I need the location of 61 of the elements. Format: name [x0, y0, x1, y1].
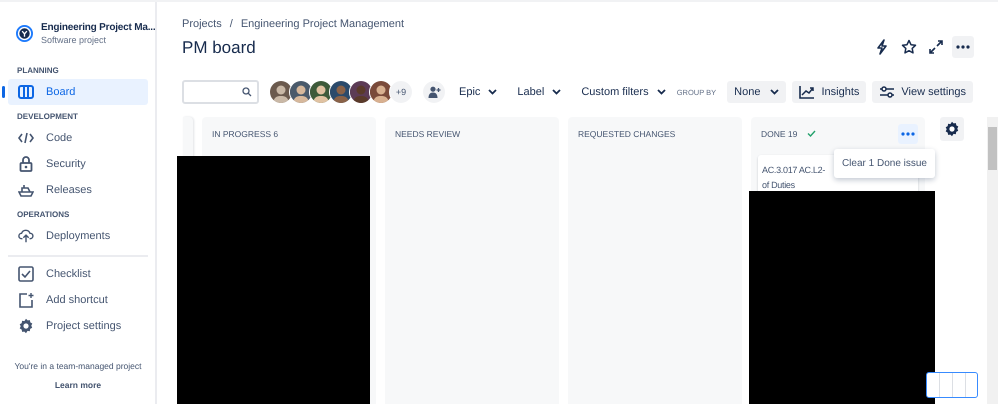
chevron-down-icon	[552, 89, 562, 95]
sidebar-item[interactable]: Code	[8, 125, 148, 151]
board-settings-button[interactable]	[940, 117, 964, 141]
card-title: AC.3.017 AC.L2- of Duties	[762, 164, 826, 192]
add-people-button[interactable]	[423, 81, 445, 103]
group-by-dropdown[interactable]: None	[727, 81, 786, 103]
chevron-down-icon	[770, 89, 780, 95]
section-heading: PLANNING	[16, 65, 60, 77]
add-page-icon	[18, 292, 34, 308]
minimap[interactable]	[926, 372, 978, 398]
breadcrumb-separator: /	[230, 18, 233, 30]
column-title: NEEDS REVIEW	[395, 129, 460, 139]
footer-text: You're in a team-managed project	[14, 361, 142, 371]
sidebar-item[interactable]: Project settings	[8, 313, 148, 339]
lightning-icon	[876, 39, 888, 55]
filter-dropdown[interactable]: Label	[511, 82, 568, 102]
project-type: Software project	[41, 35, 108, 45]
board-icon	[18, 85, 34, 99]
sidebar-item[interactable]: Add shortcut	[8, 287, 148, 313]
expand-icon	[928, 40, 942, 54]
sidebar-item[interactable]: Releases	[8, 177, 148, 203]
settings-icon	[18, 318, 34, 334]
learn-more-link[interactable]: Learn more	[54, 380, 102, 390]
column-title: REQUESTED CHANGES	[578, 129, 676, 139]
section-heading: DEVELOPMENT	[16, 111, 79, 123]
chevron-down-icon	[656, 89, 666, 95]
section-heading: OPERATIONS	[16, 209, 70, 221]
boat-icon	[18, 183, 34, 197]
board-title: PM board	[182, 38, 256, 58]
settings-icon	[944, 121, 960, 137]
more-icon	[901, 132, 915, 136]
sidebar-item[interactable]: Checklist	[8, 261, 148, 287]
sidebar-item[interactable]: Deployments	[8, 223, 148, 249]
chevron-down-icon	[488, 89, 498, 95]
more-icon	[956, 45, 970, 49]
breadcrumb-link[interactable]: Engineering Project Management	[240, 18, 404, 30]
search-field[interactable]	[182, 80, 259, 104]
column-title: IN PROGRESS 6	[212, 129, 278, 139]
checkbox-icon	[18, 266, 34, 282]
menu-item[interactable]: Clear 1 Done issue	[834, 149, 935, 178]
add-person-icon	[428, 86, 440, 98]
filter-dropdown[interactable]: Epic	[453, 82, 504, 102]
chart-icon	[799, 85, 816, 99]
lock-icon	[19, 156, 33, 172]
view-settings-button[interactable]: View settings	[872, 81, 973, 103]
scrollbar[interactable]	[987, 117, 998, 404]
column-title: DONE 19	[761, 129, 798, 139]
more-button[interactable]	[952, 36, 974, 58]
sidebar-item[interactable]: Security	[8, 151, 148, 177]
more-people-count[interactable]: +9	[389, 80, 413, 104]
filter-dropdown[interactable]: Custom filters	[575, 82, 672, 102]
code-icon	[18, 131, 34, 145]
project-name[interactable]: Engineering Project Ma...	[41, 22, 156, 33]
column-menu-button[interactable]	[898, 124, 918, 144]
insights-button[interactable]: Insights	[792, 81, 866, 103]
cloud-upload-icon	[18, 228, 34, 244]
search-icon	[242, 87, 252, 97]
breadcrumb-link[interactable]: Projects	[182, 18, 222, 30]
sliders-icon	[879, 85, 896, 99]
project-logo-icon	[16, 25, 33, 42]
star-icon	[900, 39, 916, 55]
